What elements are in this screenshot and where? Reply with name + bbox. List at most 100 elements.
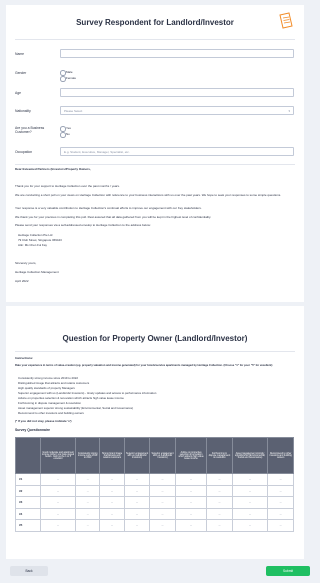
rating-select[interactable]: --	[174, 496, 208, 509]
rating-select[interactable]: --	[174, 473, 208, 486]
row-header: #2	[15, 484, 41, 497]
divider	[15, 351, 295, 352]
row-header: #3	[15, 496, 41, 509]
nationality-select[interactable]: Please Select ▾	[60, 106, 294, 115]
name-label: Name	[15, 52, 25, 56]
rating-select[interactable]: --	[267, 484, 294, 497]
rating-select[interactable]: --	[206, 496, 233, 509]
rating-select[interactable]: --	[39, 519, 77, 532]
address-line: 79 Club Street, Singapore 069443	[18, 238, 62, 242]
letter-paragraph: Please send your responses via a self-ad…	[15, 223, 151, 227]
rating-select[interactable]: --	[99, 496, 125, 509]
questionnaire-card: Question for Property Owner (Landlord/In…	[6, 306, 304, 559]
criteria-item: Superior engagement with us (Landlords/ …	[18, 391, 157, 395]
rating-select[interactable]: --	[99, 473, 125, 486]
submit-button[interactable]: Submit	[266, 566, 310, 576]
rating-select[interactable]: --	[267, 496, 294, 509]
rating-select[interactable]: --	[206, 507, 233, 520]
letter-salutation: Dear Esteemed Partners (Investors/Proper…	[15, 167, 91, 171]
table-row: #3 -- -- -- -- -- -- -- -- --	[15, 496, 294, 509]
rating-select[interactable]: --	[149, 484, 176, 497]
rating-select[interactable]: --	[206, 473, 233, 486]
occupation-input[interactable]: E.g. Student, Executive, Manager, Specia…	[60, 147, 294, 156]
row-header: #4	[15, 507, 41, 520]
table-title: Survey Questionnaire	[15, 428, 51, 432]
table-header-row: Good moderate and apartment income (othe…	[15, 437, 294, 474]
table-row: #4 -- -- -- -- -- -- -- -- --	[15, 507, 294, 520]
respondent-card: Survey Respondent for Landlord/Investor …	[6, 5, 304, 302]
rating-select[interactable]: --	[75, 519, 101, 532]
rating-select[interactable]: --	[231, 507, 269, 520]
rating-select[interactable]: --	[231, 496, 269, 509]
letter-signature: Heritage Collection Management	[15, 270, 59, 274]
divider	[15, 164, 295, 165]
rating-select[interactable]: --	[267, 507, 294, 520]
rating-select[interactable]: --	[75, 473, 101, 486]
business-yes-radio[interactable]	[60, 126, 66, 132]
rating-select[interactable]: --	[123, 496, 151, 509]
criteria-item: Distinguished image that attracts and re…	[18, 381, 90, 385]
column-header: Good moderate and apartment income (othe…	[39, 437, 77, 474]
rating-select[interactable]: --	[149, 473, 176, 486]
age-input[interactable]	[60, 88, 294, 97]
business-customer-label: Are you a Business Customer?	[15, 126, 45, 134]
column-header: Advice on properties selection & renovat…	[174, 437, 208, 474]
gender-male-radio[interactable]	[60, 70, 66, 76]
column-header: Strong brand image that attracts and ret…	[99, 437, 125, 474]
rating-select[interactable]: --	[231, 473, 269, 486]
letter-date: April 2022	[15, 279, 29, 283]
letter-closing: Sincerely yours,	[15, 261, 37, 265]
criteria-item: Forthcoming in dispute management & reso…	[18, 401, 81, 405]
survey-table: Good moderate and apartment income (othe…	[15, 437, 294, 532]
criteria-item: Asset management superior strong sustain…	[18, 406, 134, 410]
name-input[interactable]	[60, 49, 294, 58]
rating-select[interactable]: --	[75, 496, 101, 509]
column-header: Consistently strong income since 2019 to…	[75, 437, 101, 474]
back-button[interactable]: Back	[10, 566, 48, 576]
rating-select[interactable]: --	[99, 484, 125, 497]
rating-select[interactable]: --	[39, 473, 77, 486]
business-no-radio[interactable]	[60, 132, 66, 138]
rating-select[interactable]: --	[39, 496, 77, 509]
form-title: Survey Respondent for Landlord/Investor	[76, 18, 234, 27]
age-label: Age	[15, 91, 22, 95]
rating-select[interactable]: --	[206, 519, 233, 532]
rating-select[interactable]: --	[123, 484, 151, 497]
address-line: Heritage Collection Pte Ltd	[18, 233, 53, 237]
rating-select[interactable]: --	[123, 507, 151, 520]
rating-select[interactable]: --	[206, 484, 233, 497]
rating-select[interactable]: --	[75, 507, 101, 520]
rating-select[interactable]: --	[174, 507, 208, 520]
instructions-label: Instructions:	[15, 356, 34, 360]
chevron-down-icon: ▾	[288, 108, 290, 113]
rating-select[interactable]: --	[267, 473, 294, 486]
row-header: #5	[15, 519, 41, 532]
rating-select[interactable]: --	[99, 519, 125, 532]
rating-select[interactable]: --	[99, 507, 125, 520]
business-yes-label: Yes	[66, 126, 71, 130]
row-header: #1	[15, 473, 41, 486]
rating-select[interactable]: --	[174, 484, 208, 497]
rating-select[interactable]: --	[231, 519, 269, 532]
rating-select[interactable]: --	[123, 473, 151, 486]
rating-select[interactable]: --	[123, 519, 151, 532]
corner-header	[15, 437, 41, 474]
rating-select[interactable]: --	[39, 484, 77, 497]
criteria-item: Advice on properties selection & renovat…	[18, 396, 124, 400]
rating-select[interactable]: --	[174, 519, 208, 532]
rating-select[interactable]: --	[149, 507, 176, 520]
letter-paragraph: We thank you for your precious in comple…	[15, 215, 212, 219]
rating-select[interactable]: --	[75, 484, 101, 497]
gender-female-radio[interactable]	[60, 76, 66, 82]
gender-female-label: Female	[66, 76, 77, 80]
rating-select[interactable]: --	[149, 519, 176, 532]
table-row: #2 -- -- -- -- -- -- -- -- --	[15, 484, 294, 497]
address-line: Attn: Ms Chen Fui Kay	[18, 243, 47, 247]
rating-select[interactable]: --	[267, 519, 294, 532]
nationality-placeholder: Please Select	[64, 108, 83, 113]
rating-select[interactable]: --	[39, 507, 77, 520]
nationality-label: Nationality	[15, 109, 31, 113]
rating-select[interactable]: --	[231, 484, 269, 497]
instructions-text: Rate your experience in terms of value-c…	[15, 364, 273, 367]
rating-select[interactable]: --	[149, 496, 176, 509]
